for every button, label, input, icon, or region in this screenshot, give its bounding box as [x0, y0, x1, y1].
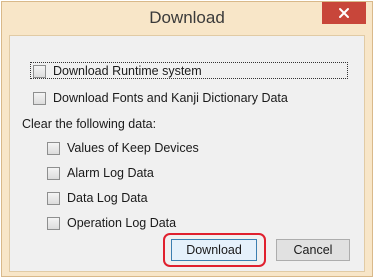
download-fonts-checkbox[interactable]: Download Fonts and Kanji Dictionary Data [33, 91, 288, 105]
download-fonts-label: Download Fonts and Kanji Dictionary Data [53, 91, 288, 105]
title-bar[interactable]: Download [2, 2, 372, 35]
checkbox-unchecked-icon [47, 166, 60, 180]
checkbox-unchecked-icon [47, 141, 60, 155]
checkbox-unchecked-icon [33, 91, 46, 105]
dialog-title: Download [149, 8, 225, 27]
keep-devices-checkbox[interactable]: Values of Keep Devices [47, 141, 199, 155]
clear-data-label: Clear the following data: [22, 117, 157, 131]
data-log-checkbox[interactable]: Data Log Data [47, 191, 148, 205]
checkbox-unchecked-icon [47, 191, 60, 205]
keep-devices-label: Values of Keep Devices [67, 141, 199, 155]
close-icon [339, 8, 349, 18]
alarm-log-label: Alarm Log Data [67, 166, 154, 180]
dialog-content: Download Runtime system Download Fonts a… [9, 35, 365, 272]
close-button[interactable] [322, 2, 366, 24]
download-dialog: Download Download Runtime system Downloa… [1, 1, 373, 277]
download-runtime-checkbox[interactable]: Download Runtime system [33, 64, 202, 78]
data-log-label: Data Log Data [67, 191, 148, 205]
alarm-log-checkbox[interactable]: Alarm Log Data [47, 166, 154, 180]
download-button[interactable]: Download [171, 239, 257, 261]
operation-log-label: Operation Log Data [67, 216, 177, 230]
download-runtime-label: Download Runtime system [53, 64, 202, 78]
operation-log-checkbox[interactable]: Operation Log Data [47, 216, 176, 230]
cancel-button[interactable]: Cancel [276, 239, 350, 261]
checkbox-unchecked-icon [33, 64, 46, 78]
checkbox-unchecked-icon [47, 216, 60, 230]
